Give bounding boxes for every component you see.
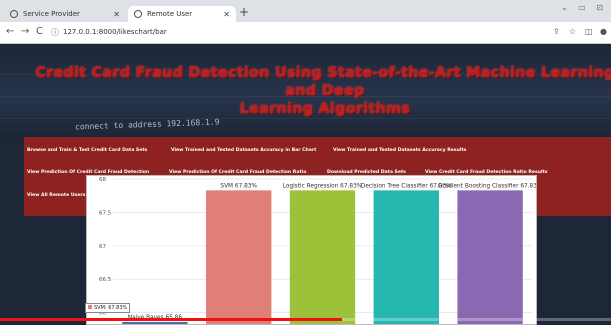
bar-data-label: Gradient Boosting Classifier 67.83% <box>438 183 537 189</box>
bar-data-label: Logistic Regression 67.83% <box>283 183 363 189</box>
new-tab-button[interactable]: + <box>239 5 249 19</box>
tooltip-value: 67.83% <box>108 305 128 311</box>
title-line-2: Learning Algorithms <box>239 101 411 117</box>
video-progress-fill <box>0 318 343 321</box>
bar-data-label: SVM 67.83% <box>220 183 257 189</box>
nav-browse-train-test[interactable]: Browse and Train & Test Credit Card Data… <box>27 148 147 153</box>
video-progress-bar[interactable] <box>0 318 611 321</box>
close-icon[interactable]: ✕ <box>223 10 230 19</box>
browser-tab-strip: Service Provider ✕ Remote User ✕ + ⌄ ▭ ⊡ <box>0 0 611 22</box>
window-controls[interactable]: ⌄ ▭ ⊡ <box>561 3 607 12</box>
tab-label: Service Provider <box>23 10 80 18</box>
bar-logistic-regression <box>289 190 356 324</box>
address-bar: ← → C ⓘ 127.0.0.1:8000/likeschart/bar ⇪ … <box>0 22 611 44</box>
bar-decision-tree-classifier <box>373 190 439 324</box>
forward-icon[interactable]: → <box>21 26 29 37</box>
nav-remote-users[interactable]: View All Remote Users <box>27 193 85 198</box>
profile-icon[interactable]: ● <box>600 27 607 36</box>
back-icon[interactable]: ← <box>6 26 14 37</box>
globe-icon <box>134 10 142 18</box>
page-title: Credit Card Fraud Detection Using State-… <box>30 64 611 118</box>
bookmark-star-icon[interactable]: ☆ <box>569 27 576 36</box>
globe-icon <box>10 10 18 18</box>
tab-label: Remote User <box>147 10 193 18</box>
nav-accuracy-results[interactable]: View Trained and Tested Datasets Accurac… <box>333 148 466 153</box>
info-icon[interactable]: ⓘ <box>51 27 59 38</box>
y-tick-label: 67 <box>99 244 106 250</box>
y-tick-label: 68 <box>99 177 106 183</box>
tab-service-provider[interactable]: Service Provider ✕ <box>4 6 126 22</box>
sidebar-icon[interactable]: ◫ <box>585 27 593 36</box>
reload-icon[interactable]: C <box>36 26 43 37</box>
url-field[interactable]: 127.0.0.1:8000/likeschart/bar <box>63 28 167 36</box>
tooltip-swatch <box>88 305 92 309</box>
close-icon[interactable]: ✕ <box>113 10 120 19</box>
title-line-1: Credit Card Fraud Detection Using State-… <box>35 65 611 99</box>
web-page: Credit Card Fraud Detection Using State-… <box>0 44 611 325</box>
y-tick-label: 66.5 <box>99 277 112 283</box>
y-tick-label: 67.5 <box>99 210 112 216</box>
tab-remote-user[interactable]: Remote User ✕ <box>128 6 236 22</box>
bar-gradient-boosting-classifier <box>457 190 523 324</box>
bar-svm <box>206 190 272 324</box>
nav-accuracy-bar-chart[interactable]: View Trained and Tested Datasets Accurac… <box>171 148 316 153</box>
chart-canvas: 6867.56766.566Naive Bayes 65.86SVM 67.83… <box>99 177 537 324</box>
share-icon[interactable]: ⇪ <box>553 27 560 36</box>
accuracy-bar-chart: 6867.56766.566Naive Bayes 65.86SVM 67.83… <box>86 175 537 325</box>
chart-tooltip: SVM: 67.83% <box>85 303 131 313</box>
tooltip-label: SVM: <box>94 305 107 311</box>
